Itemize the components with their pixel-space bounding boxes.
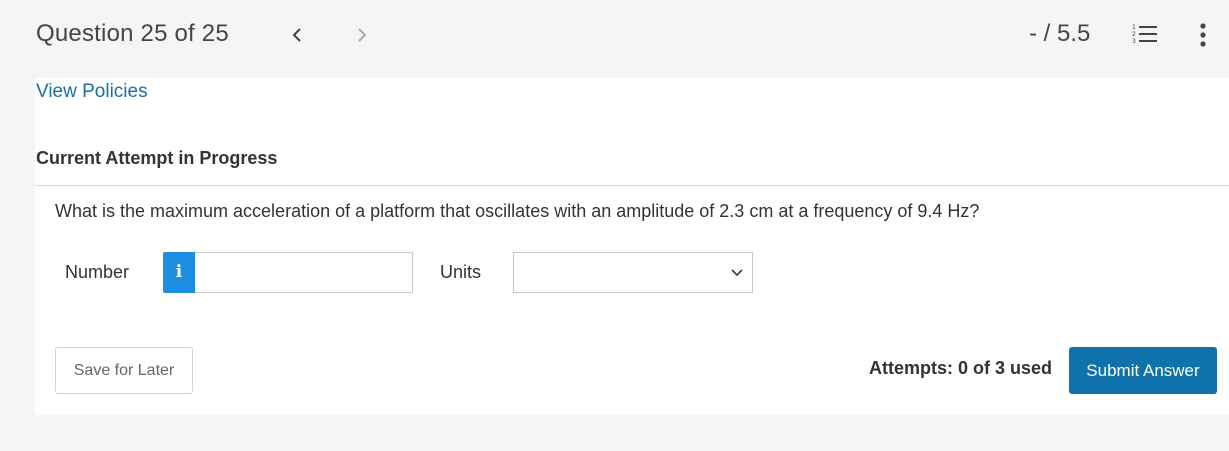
chevron-left-icon <box>292 28 301 42</box>
svg-text:3: 3 <box>1132 38 1136 45</box>
attempts-counter: Attempts: 0 of 3 used <box>869 358 1053 378</box>
question-list-button[interactable]: 1 2 3 <box>1132 22 1158 46</box>
save-for-later-button[interactable]: Save for Later <box>55 347 193 394</box>
divider <box>35 185 1229 186</box>
chevron-down-icon <box>731 269 743 277</box>
score-display: - / 5.5 <box>1029 20 1091 47</box>
question-counter: Question 25 of 25 <box>36 20 229 47</box>
numbered-list-icon: 1 2 3 <box>1132 24 1157 45</box>
kebab-menu-icon <box>1200 23 1206 47</box>
svg-text:2: 2 <box>1132 31 1136 38</box>
number-input[interactable] <box>195 252 413 293</box>
view-policies-link[interactable]: View Policies <box>36 81 148 103</box>
previous-question-button[interactable] <box>283 21 311 49</box>
number-label: Number <box>65 262 130 282</box>
units-dropdown[interactable] <box>513 252 753 293</box>
question-header: Question 25 of 25 - / 5.5 1 2 3 <box>0 0 1229 78</box>
svg-text:1: 1 <box>1132 24 1136 31</box>
chevron-right-icon <box>358 28 367 42</box>
info-icon[interactable]: i <box>163 252 195 293</box>
question-text: What is the maximum acceleration of a pl… <box>55 201 980 221</box>
attempt-heading: Current Attempt in Progress <box>36 148 278 168</box>
units-label: Units <box>440 262 482 282</box>
submit-answer-button[interactable]: Submit Answer <box>1069 347 1217 394</box>
next-question-button[interactable] <box>348 21 376 49</box>
more-options-button[interactable] <box>1196 20 1210 50</box>
question-panel: View Policies Current Attempt in Progres… <box>35 78 1229 415</box>
